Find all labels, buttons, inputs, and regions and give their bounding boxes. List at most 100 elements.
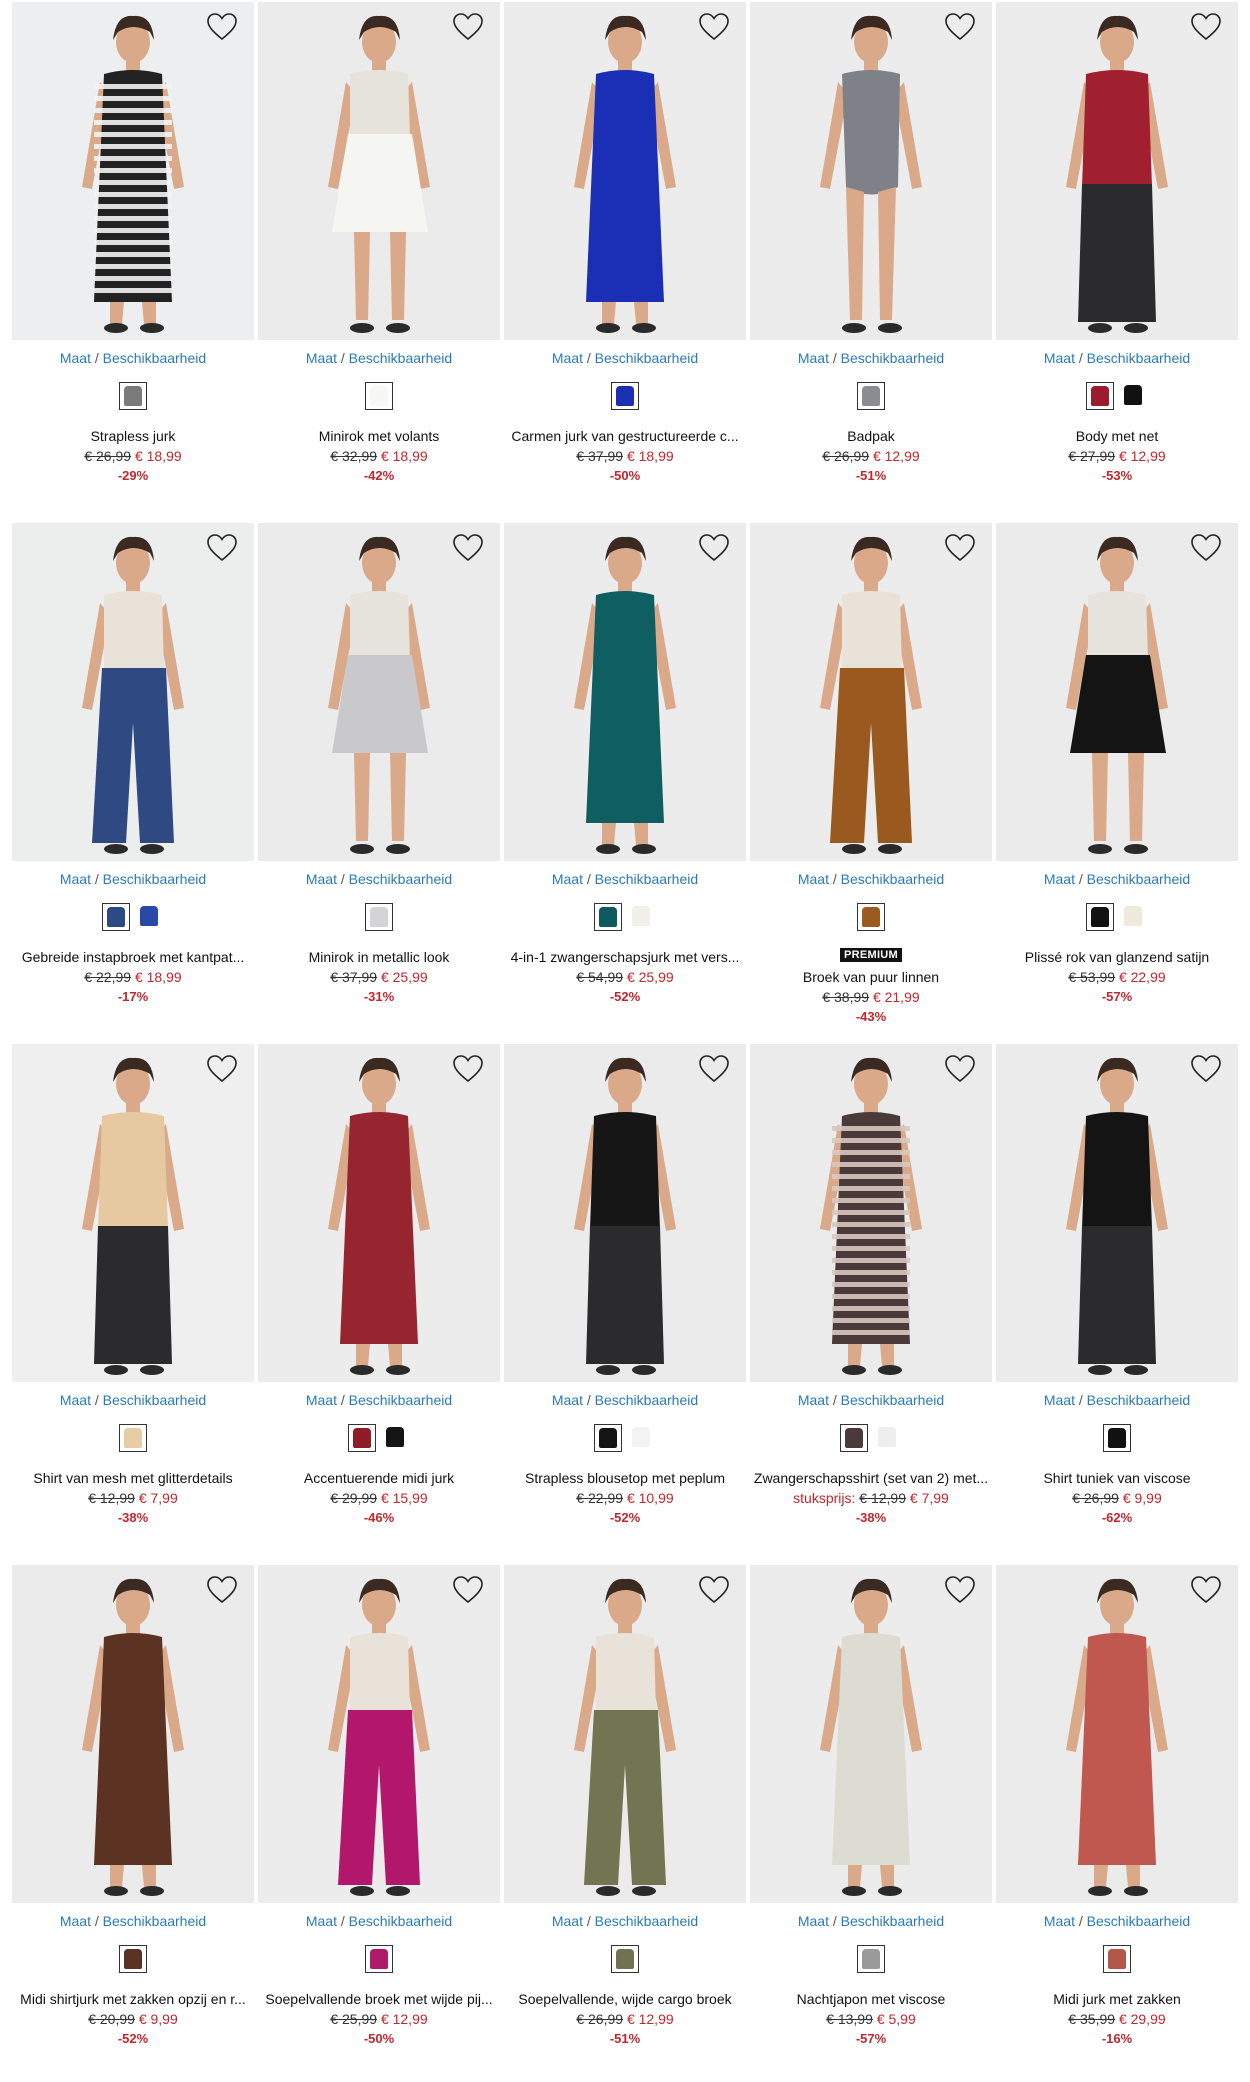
size-availability-link[interactable]: Maat / Beschikbaarheid xyxy=(504,350,746,366)
size-label[interactable]: Maat xyxy=(552,1913,583,1929)
product-image[interactable] xyxy=(12,1044,254,1382)
heart-icon[interactable] xyxy=(452,12,484,42)
availability-label[interactable]: Beschikbaarheid xyxy=(1087,871,1191,887)
heart-icon[interactable] xyxy=(698,1054,730,1084)
product-image[interactable] xyxy=(504,1565,746,1903)
color-swatch[interactable] xyxy=(857,382,885,410)
size-availability-link[interactable]: Maat / Beschikbaarheid xyxy=(996,1392,1238,1408)
color-swatch[interactable] xyxy=(857,903,885,931)
heart-icon[interactable] xyxy=(206,1054,238,1084)
product-card[interactable]: Maat / Beschikbaarheid Minirok in metalli… xyxy=(258,523,504,1033)
product-image[interactable] xyxy=(996,2,1238,340)
availability-label[interactable]: Beschikbaarheid xyxy=(1087,350,1191,366)
size-label[interactable]: Maat xyxy=(1044,350,1075,366)
color-swatch[interactable] xyxy=(611,382,639,410)
size-availability-link[interactable]: Maat / Beschikbaarheid xyxy=(996,871,1238,887)
product-name[interactable]: Soepelvallende, wijde cargo broek xyxy=(504,1991,746,2007)
product-card[interactable]: Maat / Beschikbaarheid Soepelvallende, wi… xyxy=(504,1565,750,2075)
color-swatch[interactable] xyxy=(102,903,130,931)
availability-label[interactable]: Beschikbaarheid xyxy=(349,1913,453,1929)
product-card[interactable]: Maat / Beschikbaarheid Zwangerschapsshirt… xyxy=(750,1044,996,1554)
product-name[interactable]: Strapless blousetop met peplum xyxy=(504,1470,746,1486)
color-swatch[interactable] xyxy=(1086,903,1114,931)
product-name[interactable]: Broek van puur linnen xyxy=(750,969,992,985)
availability-label[interactable]: Beschikbaarheid xyxy=(103,871,207,887)
size-label[interactable]: Maat xyxy=(60,1913,91,1929)
product-image[interactable] xyxy=(996,1565,1238,1903)
size-label[interactable]: Maat xyxy=(1044,871,1075,887)
size-availability-link[interactable]: Maat / Beschikbaarheid xyxy=(12,1913,254,1929)
availability-label[interactable]: Beschikbaarheid xyxy=(595,350,699,366)
size-label[interactable]: Maat xyxy=(798,1392,829,1408)
product-card[interactable]: Maat / Beschikbaarheid Gebreide instapbro… xyxy=(12,523,258,1033)
availability-label[interactable]: Beschikbaarheid xyxy=(841,1913,945,1929)
heart-icon[interactable] xyxy=(1190,1575,1222,1605)
product-image[interactable] xyxy=(750,1044,992,1382)
product-card[interactable]: Maat / Beschikbaarheid Accentuerende midi… xyxy=(258,1044,504,1554)
size-label[interactable]: Maat xyxy=(60,350,91,366)
size-label[interactable]: Maat xyxy=(1044,1392,1075,1408)
product-card[interactable]: Maat / Beschikbaarheid PREMIUM Broek van p… xyxy=(750,523,996,1033)
size-availability-link[interactable]: Maat / Beschikbaarheid xyxy=(750,871,992,887)
product-name[interactable]: Midi jurk met zakken xyxy=(996,1991,1238,2007)
size-label[interactable]: Maat xyxy=(306,1913,337,1929)
product-image[interactable] xyxy=(750,523,992,861)
size-availability-link[interactable]: Maat / Beschikbaarheid xyxy=(258,1392,500,1408)
color-swatch[interactable] xyxy=(594,903,622,931)
product-card[interactable]: Maat / Beschikbaarheid Body met net € 27,9… xyxy=(996,2,1242,512)
size-availability-link[interactable]: Maat / Beschikbaarheid xyxy=(750,1392,992,1408)
product-card[interactable]: Maat / Beschikbaarheid Midi shirtjurk met… xyxy=(12,1565,258,2075)
size-label[interactable]: Maat xyxy=(1044,1913,1075,1929)
heart-icon[interactable] xyxy=(1190,12,1222,42)
color-swatch[interactable] xyxy=(1120,382,1148,410)
heart-icon[interactable] xyxy=(944,533,976,563)
color-swatch[interactable] xyxy=(1086,382,1114,410)
availability-label[interactable]: Beschikbaarheid xyxy=(103,1392,207,1408)
color-swatch[interactable] xyxy=(840,1424,868,1452)
size-availability-link[interactable]: Maat / Beschikbaarheid xyxy=(258,1913,500,1929)
availability-label[interactable]: Beschikbaarheid xyxy=(595,871,699,887)
size-availability-link[interactable]: Maat / Beschikbaarheid xyxy=(12,871,254,887)
availability-label[interactable]: Beschikbaarheid xyxy=(595,1392,699,1408)
product-name[interactable]: Gebreide instapbroek met kantpat... xyxy=(12,949,254,965)
product-name[interactable]: Plissé rok van glanzend satijn xyxy=(996,949,1238,965)
product-name[interactable]: Badpak xyxy=(750,428,992,444)
size-availability-link[interactable]: Maat / Beschikbaarheid xyxy=(996,1913,1238,1929)
color-swatch[interactable] xyxy=(365,903,393,931)
color-swatch[interactable] xyxy=(611,1945,639,1973)
product-name[interactable]: Body met net xyxy=(996,428,1238,444)
product-image[interactable] xyxy=(750,2,992,340)
size-label[interactable]: Maat xyxy=(306,1392,337,1408)
color-swatch[interactable] xyxy=(382,1424,410,1452)
product-card[interactable]: Maat / Beschikbaarheid Strapless jurk € 26… xyxy=(12,2,258,512)
heart-icon[interactable] xyxy=(698,1575,730,1605)
product-name[interactable]: Shirt van mesh met glitterdetails xyxy=(12,1470,254,1486)
product-card[interactable]: Maat / Beschikbaarheid Badpak € 26,99 € 12… xyxy=(750,2,996,512)
availability-label[interactable]: Beschikbaarheid xyxy=(349,871,453,887)
size-label[interactable]: Maat xyxy=(60,871,91,887)
availability-label[interactable]: Beschikbaarheid xyxy=(349,350,453,366)
heart-icon[interactable] xyxy=(698,12,730,42)
color-swatch[interactable] xyxy=(628,903,656,931)
product-card[interactable]: Maat / Beschikbaarheid Shirt tuniek van v… xyxy=(996,1044,1242,1554)
color-swatch[interactable] xyxy=(857,1945,885,1973)
size-availability-link[interactable]: Maat / Beschikbaarheid xyxy=(12,1392,254,1408)
product-name[interactable]: Zwangerschapsshirt (set van 2) met... xyxy=(750,1470,992,1486)
size-availability-link[interactable]: Maat / Beschikbaarheid xyxy=(750,350,992,366)
availability-label[interactable]: Beschikbaarheid xyxy=(841,350,945,366)
size-label[interactable]: Maat xyxy=(306,350,337,366)
product-name[interactable]: Soepelvallende broek met wijde pij... xyxy=(258,1991,500,2007)
product-name[interactable]: Midi shirtjurk met zakken opzij en r... xyxy=(12,1991,254,2007)
heart-icon[interactable] xyxy=(206,1575,238,1605)
availability-label[interactable]: Beschikbaarheid xyxy=(1087,1392,1191,1408)
size-label[interactable]: Maat xyxy=(552,350,583,366)
product-name[interactable]: 4-in-1 zwangerschapsjurk met vers... xyxy=(504,949,746,965)
size-availability-link[interactable]: Maat / Beschikbaarheid xyxy=(12,350,254,366)
product-card[interactable]: Maat / Beschikbaarheid Nachtjapon met vis… xyxy=(750,1565,996,2075)
availability-label[interactable]: Beschikbaarheid xyxy=(103,1913,207,1929)
availability-label[interactable]: Beschikbaarheid xyxy=(595,1913,699,1929)
availability-label[interactable]: Beschikbaarheid xyxy=(1087,1913,1191,1929)
size-label[interactable]: Maat xyxy=(306,871,337,887)
product-image[interactable] xyxy=(996,1044,1238,1382)
heart-icon[interactable] xyxy=(1190,1054,1222,1084)
